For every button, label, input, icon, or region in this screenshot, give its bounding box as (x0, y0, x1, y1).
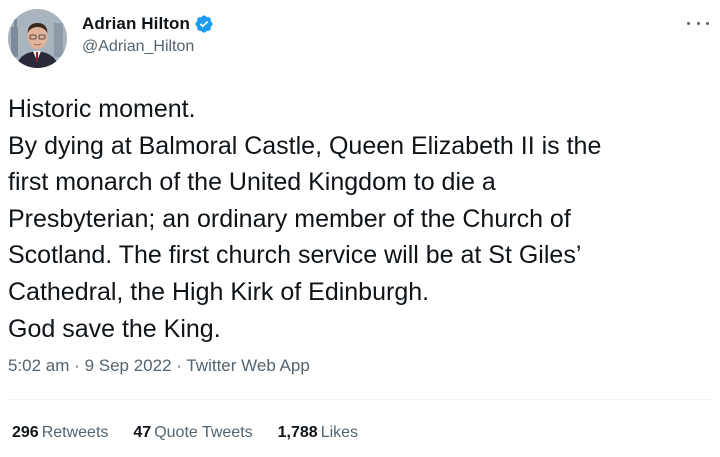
likes-stat[interactable]: 1,788 Likes (278, 424, 358, 442)
tweet-date[interactable]: 9 Sep 2022 (85, 356, 172, 375)
tweet-metadata: 5:02 am · 9 Sep 2022 · Twitter Web App (8, 356, 310, 376)
avatar[interactable] (8, 9, 67, 68)
verified-badge-icon (194, 14, 214, 34)
quote-tweets-stat[interactable]: 47 Quote Tweets (133, 424, 252, 442)
more-options-icon[interactable] (684, 16, 712, 30)
tweet-text-line: By dying at Balmoral Castle, Queen Eliza… (8, 131, 602, 160)
tweet-stats: 296 Retweets 47 Quote Tweets 1,788 Likes (12, 424, 383, 442)
divider (8, 399, 712, 400)
quote-tweets-label: Quote Tweets (154, 424, 253, 441)
author-block: Adrian Hilton @Adrian_Hilton (82, 13, 214, 56)
likes-count: 1,788 (277, 424, 318, 441)
retweets-stat[interactable]: 296 Retweets (12, 424, 108, 442)
avatar-image (8, 9, 67, 68)
quote-tweets-count: 47 (133, 424, 152, 441)
retweets-count: 296 (12, 424, 39, 441)
tweet-text-line: Presbyterian; an ordinary member of the … (8, 204, 571, 233)
tweet-text-line: first monarch of the United Kingdom to d… (8, 168, 496, 197)
tweet-time[interactable]: 5:02 am (8, 356, 69, 375)
author-name-row: Adrian Hilton (82, 13, 214, 35)
meta-separator: · (74, 356, 85, 375)
tweet-card: Adrian Hilton @Adrian_Hilton Historic mo… (0, 0, 720, 457)
tweet-text-line: God save the King. (8, 314, 221, 343)
retweets-label: Retweets (41, 424, 109, 441)
tweet-text-line: Historic moment. (8, 95, 196, 123)
likes-label: Likes (320, 424, 359, 441)
author-display-name[interactable]: Adrian Hilton (82, 14, 190, 34)
tweet-text-line: Scotland. The first church service will … (8, 241, 582, 270)
tweet-text: Historic moment. By dying at Balmoral Ca… (8, 91, 713, 347)
author-handle[interactable]: @Adrian_Hilton (82, 38, 214, 56)
tweet-source[interactable]: Twitter Web App (186, 356, 309, 375)
meta-separator: · (176, 356, 187, 375)
tweet-text-line: Cathedral, the High Kirk of Edinburgh. (8, 277, 430, 306)
